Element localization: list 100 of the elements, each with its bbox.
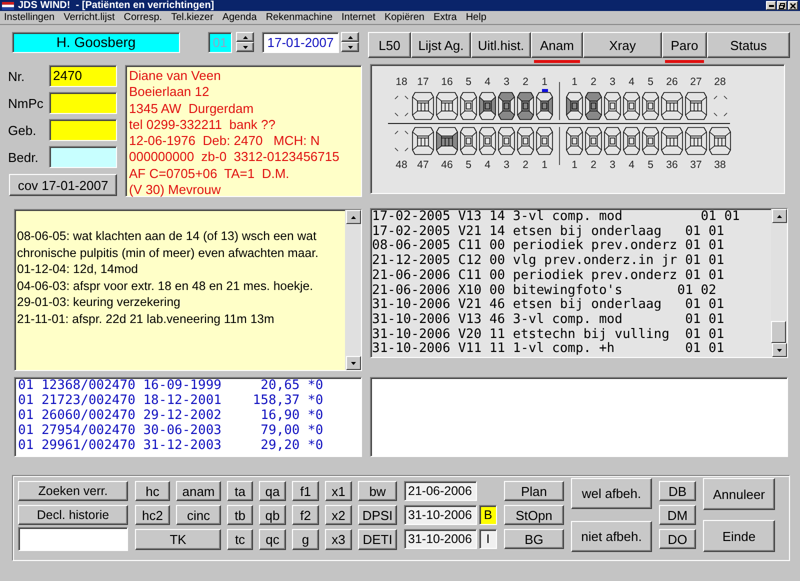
tooth-icon[interactable] bbox=[585, 127, 602, 155]
tooth-icon[interactable] bbox=[412, 127, 434, 155]
code-button[interactable]: anam bbox=[176, 481, 221, 501]
treatment-row[interactable]: 31-10-2006 V21 46 etsen bij onderlaag 01 01 bbox=[372, 298, 771, 313]
tooth-icon[interactable] bbox=[709, 127, 731, 155]
minimize-button[interactable] bbox=[766, 1, 776, 10]
tooth-icon[interactable] bbox=[436, 127, 458, 155]
tooth-icon[interactable] bbox=[498, 127, 515, 155]
scroll-down-button[interactable] bbox=[772, 343, 786, 357]
search-button[interactable]: Decl. historie bbox=[18, 505, 128, 525]
tooth-icon[interactable] bbox=[623, 92, 640, 120]
treatment-row[interactable]: 17-02-2005 V21 14 etsen bij onderlaag 01 01 bbox=[372, 224, 771, 240]
dialog-button[interactable]: Einde bbox=[703, 520, 775, 552]
toolbar-button[interactable]: Lijst Ag. bbox=[411, 32, 471, 58]
tooth-icon[interactable] bbox=[566, 127, 583, 155]
code-button[interactable]: DPSI bbox=[358, 505, 397, 525]
code-button[interactable]: x3 bbox=[325, 529, 352, 550]
tooth-icon[interactable] bbox=[566, 92, 583, 120]
treatment-row[interactable]: 21-12-2005 C12 00 vlg prev.onderz.in jr 01 01 bbox=[372, 254, 771, 269]
scrollbar-thumb[interactable] bbox=[771, 321, 786, 343]
treatment-row[interactable]: 21-06-2006 X10 00 bitewingfoto's 01 02 bbox=[372, 284, 771, 298]
code-button[interactable]: x1 bbox=[325, 481, 352, 501]
treatment-row[interactable]: 31-10-2006 V13 46 3-vl comp. mod 01 01 bbox=[372, 312, 771, 328]
tooth-icon[interactable] bbox=[536, 92, 553, 120]
treatment-row[interactable]: 31-10-2006 V11 11 1-vl comp. +h 01 01 bbox=[372, 342, 771, 358]
toolbar-button[interactable]: Uitl.hist. bbox=[471, 32, 531, 58]
code-button[interactable]: qc bbox=[259, 529, 286, 550]
code-button[interactable]: f2 bbox=[292, 505, 319, 525]
action-button[interactable]: DM bbox=[659, 505, 696, 525]
tooth-icon[interactable] bbox=[685, 92, 707, 120]
date-field[interactable]: 17-01-2007 bbox=[262, 32, 339, 53]
treatment-row[interactable]: 17-02-2005 V13 14 3-vl comp. mod 01 01 bbox=[372, 210, 771, 225]
menu-item[interactable]: Instellingen bbox=[4, 11, 55, 24]
toolbar-button[interactable]: L50 bbox=[368, 32, 411, 58]
close-button[interactable] bbox=[788, 1, 798, 10]
code-button[interactable]: cinc bbox=[176, 505, 221, 525]
toolbar-button[interactable]: Status bbox=[707, 32, 790, 58]
scrollbar[interactable] bbox=[771, 209, 787, 357]
code-button[interactable]: DETI bbox=[358, 529, 397, 550]
input-field[interactable] bbox=[18, 527, 128, 551]
scrollbar[interactable] bbox=[345, 210, 361, 370]
input-field[interactable]: 2470 bbox=[49, 65, 117, 87]
code-button[interactable]: g bbox=[292, 529, 319, 550]
tooth-icon[interactable] bbox=[412, 92, 434, 120]
code-button[interactable]: x2 bbox=[325, 505, 352, 525]
tooth-icon[interactable] bbox=[479, 92, 496, 120]
menu-item[interactable]: Internet bbox=[342, 11, 376, 24]
menu-item[interactable]: Kopiëren bbox=[384, 11, 424, 24]
tooth-icon[interactable] bbox=[604, 127, 621, 155]
maximize-button[interactable] bbox=[777, 1, 787, 10]
tooth-icon[interactable] bbox=[436, 92, 458, 120]
code-button[interactable]: tc bbox=[227, 529, 253, 550]
code-button[interactable]: ta bbox=[227, 481, 253, 501]
tooth-icon[interactable] bbox=[661, 127, 683, 155]
code-button[interactable]: tb bbox=[227, 505, 253, 525]
tooth-icon[interactable] bbox=[517, 92, 534, 120]
input-field[interactable] bbox=[49, 146, 117, 168]
treatment-row[interactable]: 31-10-2006 V20 11 etstechn bij vulling 01 01 bbox=[372, 328, 771, 342]
tooth-icon[interactable] bbox=[460, 127, 477, 155]
code-button[interactable]: qb bbox=[259, 505, 286, 525]
search-button[interactable]: Zoeken verr. bbox=[18, 481, 128, 501]
code-button[interactable]: f1 bbox=[292, 481, 319, 501]
menu-item[interactable]: Agenda bbox=[222, 11, 257, 24]
tooth-icon[interactable] bbox=[661, 92, 683, 120]
tooth-icon[interactable] bbox=[460, 92, 477, 120]
menu-item[interactable]: Verricht.lijst bbox=[64, 11, 115, 24]
tooth-icon[interactable] bbox=[623, 127, 640, 155]
invoice-row[interactable]: 01 27954/002470 30-06-2003 79,00 *0 bbox=[18, 423, 358, 438]
tooth-icon[interactable] bbox=[585, 92, 602, 120]
treatment-row[interactable]: 21-06-2006 C11 00 periodiek prev.onderz 01 01 bbox=[372, 268, 771, 284]
tooth-icon[interactable] bbox=[604, 92, 621, 120]
invoice-row[interactable]: 01 29961/002470 31-12-2003 29,20 *0 bbox=[18, 438, 358, 453]
practitioner-field[interactable]: H. Goosberg bbox=[12, 32, 180, 53]
code-button[interactable]: hc2 bbox=[135, 505, 170, 525]
spin-up-button[interactable] bbox=[236, 32, 254, 42]
spin-down-button[interactable] bbox=[341, 42, 359, 52]
dialog-button[interactable]: Annuleer bbox=[703, 478, 775, 510]
cov-button[interactable]: cov 17-01-2007 bbox=[9, 174, 117, 196]
action-button[interactable]: DB bbox=[659, 481, 696, 501]
treatment-row[interactable]: 08-06-2005 C11 00 periodiek prev.onderz 01 01 bbox=[372, 239, 771, 254]
date-field[interactable]: 21-06-2006 bbox=[404, 481, 477, 501]
menu-item[interactable]: Tel.kiezer bbox=[171, 11, 214, 24]
invoice-row[interactable]: 01 12368/002470 16-09-1999 20,65 *0 bbox=[18, 378, 358, 393]
action-button[interactable]: wel afbeh. bbox=[571, 478, 652, 509]
date-field[interactable]: 31-10-2006 bbox=[404, 505, 477, 525]
scroll-down-button[interactable] bbox=[346, 356, 360, 370]
input-field[interactable] bbox=[49, 119, 117, 141]
tooth-icon[interactable] bbox=[498, 92, 515, 120]
menu-item[interactable]: Corresp. bbox=[124, 11, 162, 24]
spin-down-button[interactable] bbox=[236, 42, 254, 52]
tooth-icon[interactable] bbox=[642, 127, 659, 155]
toolbar-button[interactable]: Xray bbox=[583, 32, 662, 58]
tooth-icon[interactable] bbox=[536, 127, 553, 155]
invoice-row[interactable]: 01 26060/002470 29-12-2002 16,90 *0 bbox=[18, 408, 358, 423]
menu-item[interactable]: Help bbox=[466, 11, 486, 24]
action-button[interactable]: DO bbox=[659, 529, 696, 549]
date-field[interactable]: 31-10-2006 bbox=[404, 529, 477, 549]
scroll-up-button[interactable] bbox=[346, 210, 360, 224]
input-field[interactable] bbox=[49, 92, 117, 114]
tooth-icon[interactable] bbox=[517, 127, 534, 155]
